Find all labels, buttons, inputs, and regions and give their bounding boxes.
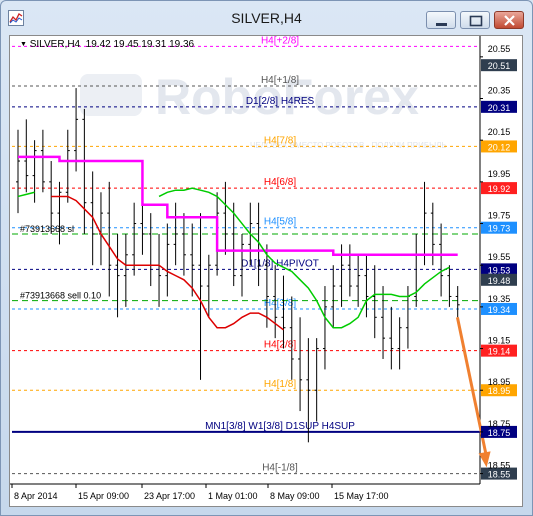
level-label: H4[5/8]: [264, 217, 296, 228]
dropdown-triangle-icon[interactable]: ▼: [20, 41, 27, 48]
y-tick-label: 18.55: [488, 461, 511, 471]
minimize-button[interactable]: [426, 11, 456, 29]
y-tick-label: 20.15: [488, 127, 511, 137]
price-label: 19.34: [488, 305, 511, 315]
close-button[interactable]: [494, 11, 524, 29]
price-label: 18.95: [488, 386, 511, 396]
level-label: D1[2/8] H4RES: [246, 96, 315, 107]
level-label: H4[7/8]: [264, 135, 296, 146]
level-label: H4[1/8]: [264, 379, 296, 390]
y-tick-label: 19.95: [488, 169, 511, 179]
price-chart[interactable]: RoboForexЧЕЛОВЕК ВМЕСТО РОБОТОВ - ПОЛУЧИ…: [10, 36, 522, 506]
x-tick-label: 15 May 17:00: [334, 491, 389, 501]
title-bar[interactable]: SILVER,H4: [1, 1, 532, 35]
x-tick-label: 8 Apr 2014: [14, 491, 58, 501]
price-label: 18.75: [488, 428, 511, 438]
y-tick-label: 18.75: [488, 419, 511, 429]
price-label: 20.31: [488, 103, 511, 113]
chart-window: SILVER,H4 RoboForex ЧЕЛОВЕК ВМЕСТО РОБОТО…: [0, 0, 533, 516]
maximize-button[interactable]: [460, 11, 490, 29]
level-label: H4[-1/8]: [262, 463, 298, 474]
price-label: 19.73: [488, 224, 511, 234]
chart-area[interactable]: RoboForex ЧЕЛОВЕК ВМЕСТО РОБОТОВ - ПОЛУЧИ…: [9, 35, 523, 507]
price-label: 19.92: [488, 184, 511, 194]
y-tick-label: 18.95: [488, 377, 511, 387]
y-tick-label: 19.15: [488, 336, 511, 346]
y-tick-label: 20.35: [488, 86, 511, 96]
watermark-logo-icon: [80, 74, 142, 116]
y-tick-label: 20.55: [488, 44, 511, 54]
level-label: H4[+2/8]: [261, 36, 299, 46]
y-tick-label: 19.35: [488, 294, 511, 304]
symbol-header: ▼ SILVER,H4 19.42 19.45 19.31 19.36: [20, 39, 194, 50]
ohlc-values: 19.42 19.45 19.31 19.36: [85, 39, 195, 50]
price-label: 19.48: [488, 276, 511, 286]
level-label: H4[6/8]: [264, 177, 296, 188]
x-tick-label: 1 May 01:00: [208, 491, 258, 501]
level-label: D1[1/8] H4PIVOT: [241, 258, 319, 269]
level-label: H4[+1/8]: [261, 75, 299, 86]
price-label: 18.55: [488, 470, 511, 480]
x-tick-label: 8 May 09:00: [270, 491, 320, 501]
order-label: #73913668 sell 0.10: [20, 291, 101, 301]
x-tick-label: 15 Apr 09:00: [78, 491, 129, 501]
green-trend-line-start: [17, 191, 35, 198]
level-label: MN1[3/8] W1[3/8] D1SUP H4SUP: [205, 421, 355, 432]
price-label: 20.51: [488, 61, 511, 71]
y-tick-label: 19.75: [488, 211, 511, 221]
price-label: 20.12: [488, 142, 511, 152]
x-tick-label: 23 Apr 17:00: [144, 491, 195, 501]
y-tick-label: 19.55: [488, 252, 511, 262]
symbol-label: SILVER,H4: [29, 39, 81, 50]
price-label: 19.14: [488, 347, 511, 357]
order-label: #73913668 sl: [20, 224, 74, 234]
